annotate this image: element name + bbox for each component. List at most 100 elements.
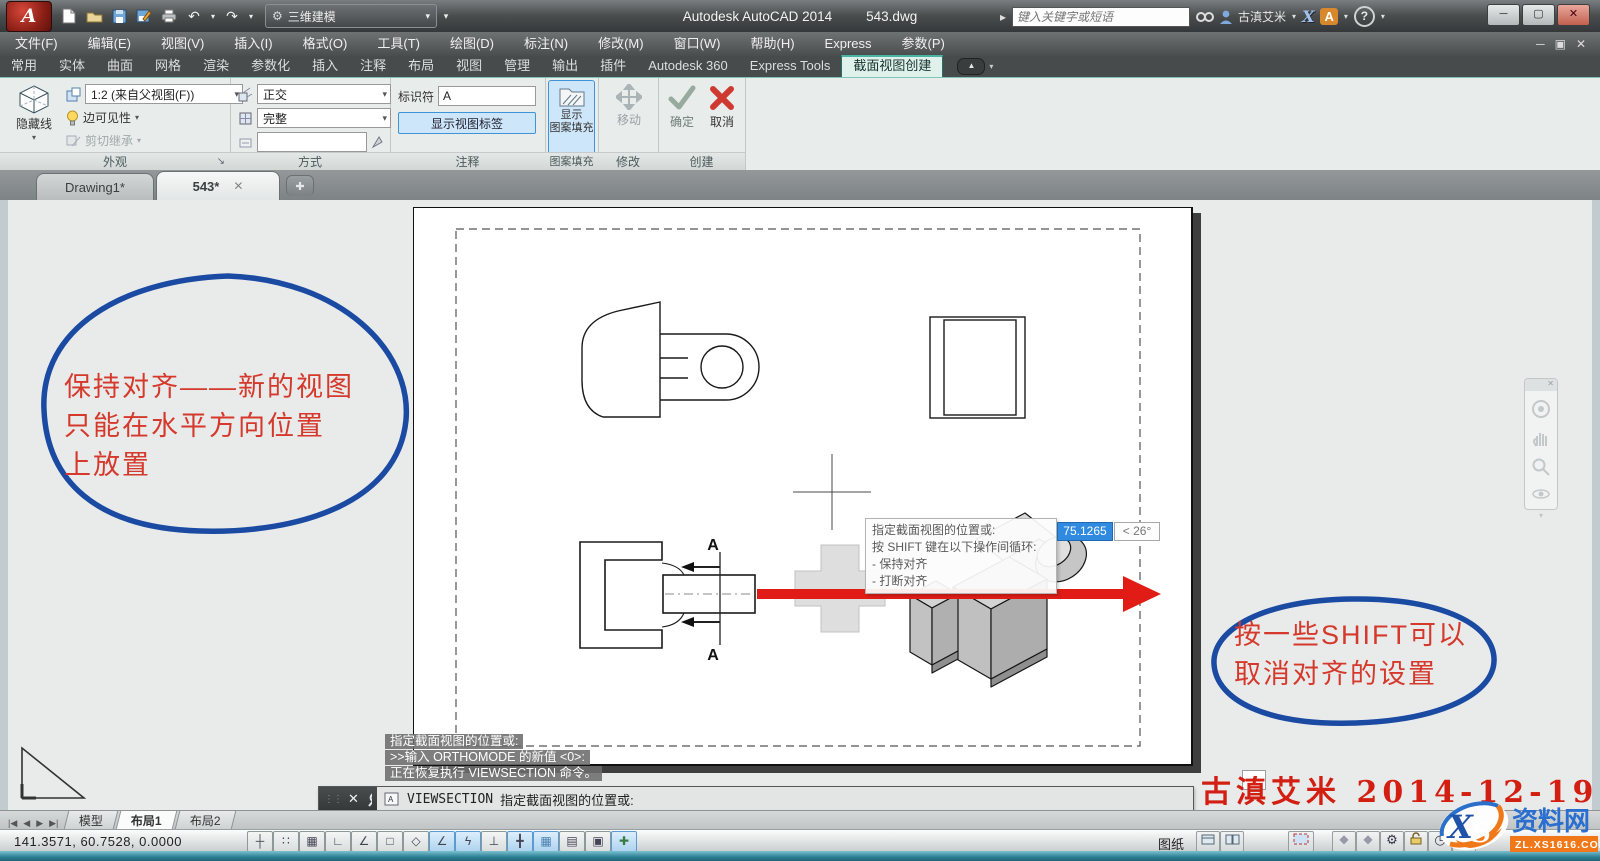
dynamic-input-distance[interactable]: 75.1265 — [1057, 522, 1113, 541]
help-dropdown-icon[interactable]: ▾ — [1381, 12, 1385, 21]
panel-footer-appearance[interactable]: 外观 ↘ — [0, 152, 230, 171]
ribbon-tab-output[interactable]: 输出 — [541, 56, 589, 77]
toggle-object-snap-tracking[interactable]: ∠ — [429, 831, 455, 852]
toggle-lineweight[interactable]: ▦ — [533, 831, 559, 852]
tab-nav-prev-icon[interactable]: ◀ — [23, 818, 30, 829]
projection-combobox[interactable]: 正交 ▾ — [257, 84, 391, 104]
grip-dots-icon[interactable]: ⋮⋮ — [324, 794, 342, 805]
show-view-label-button[interactable]: 显示视图标签 — [398, 112, 536, 134]
application-menu-button[interactable]: A — [6, 1, 52, 32]
menu-view[interactable]: 视图(V) — [146, 32, 219, 56]
ribbon-tab-autodesk360[interactable]: Autodesk 360 — [637, 56, 739, 77]
ribbon-tab-mesh[interactable]: 网格 — [144, 56, 192, 77]
workspace-switcher[interactable]: ⚙ 三维建模 ▾ — [265, 4, 437, 28]
exchange-icon[interactable]: X — [1302, 7, 1314, 26]
drawing-canvas[interactable]: A A — [8, 200, 1592, 810]
scale-combobox[interactable]: 1:2 (来自父视图(F)) ▾ — [85, 84, 243, 104]
command-close-icon[interactable]: ✕ — [348, 791, 359, 807]
workspace-gear-icon[interactable]: ⚙ — [1380, 831, 1404, 852]
panel-footer-modify[interactable]: 修改 — [598, 152, 658, 171]
ribbon-tab-surface[interactable]: 曲面 — [96, 56, 144, 77]
menu-parametric[interactable]: 参数(P) — [887, 32, 960, 56]
toggle-polar-tracking[interactable]: ∠ — [351, 831, 377, 852]
a360-dropdown-icon[interactable]: ▾ — [1344, 12, 1348, 21]
help-icon[interactable]: ? — [1354, 6, 1375, 27]
edge-visibility-button[interactable]: 边可见性 ▾ — [66, 109, 139, 126]
open-file-icon[interactable] — [83, 5, 105, 27]
undo-dropdown-icon[interactable]: ▾ — [208, 5, 218, 27]
save-as-icon[interactable] — [133, 5, 155, 27]
ribbon-tab-parametric[interactable]: 参数化 — [240, 56, 301, 77]
command-line-grip[interactable]: ⋮⋮ ✕ — [319, 787, 377, 810]
command-input-area[interactable]: A VIEWSECTION 指定截面视图的位置或: — [377, 787, 1193, 810]
save-icon[interactable] — [108, 5, 130, 27]
steering-wheel-icon[interactable] — [1531, 399, 1551, 419]
navbar-more-icon[interactable]: ▾ — [1539, 511, 1543, 520]
menu-dimension[interactable]: 标注(N) — [509, 32, 583, 56]
menu-draw[interactable]: 绘图(D) — [435, 32, 509, 56]
search-icon[interactable] — [1196, 10, 1214, 24]
navbar-close-icon[interactable]: ✕ — [1525, 379, 1557, 391]
signed-in-user[interactable]: 古滇艾米 — [1238, 8, 1286, 25]
close-button[interactable]: ✕ — [1557, 4, 1590, 26]
ribbon-minimize-dropdown-icon[interactable]: ▾ — [989, 62, 993, 71]
redo-dropdown-icon[interactable]: ▾ — [246, 5, 256, 27]
doc-restore-icon[interactable]: ▣ — [1555, 32, 1566, 56]
tab-nav-next-icon[interactable]: ▶ — [36, 818, 43, 829]
menu-tools[interactable]: 工具(T) — [362, 32, 435, 56]
toggle-3d-object-snap[interactable]: ◇ — [403, 831, 429, 852]
plot-icon[interactable] — [158, 5, 180, 27]
maximize-button[interactable]: ▢ — [1522, 4, 1555, 26]
toggle-selection-cycling[interactable]: ✚ — [611, 831, 637, 852]
ribbon-tab-express-tools[interactable]: Express Tools — [739, 56, 842, 77]
toggle-quick-properties[interactable]: ▣ — [585, 831, 611, 852]
quick-view-layouts-icon[interactable] — [1196, 831, 1220, 852]
menu-edit[interactable]: 编辑(E) — [73, 32, 146, 56]
panel-footer-annotation[interactable]: 注释 — [390, 152, 545, 171]
file-tab-close-icon[interactable]: ✕ — [233, 179, 243, 193]
doc-close-icon[interactable]: ✕ — [1576, 32, 1586, 56]
toggle-ortho-mode[interactable]: ∟ — [325, 831, 351, 852]
panel-footer-method[interactable]: 方式 — [230, 152, 390, 171]
toolbar-lock-icon[interactable] — [1404, 831, 1428, 852]
depth-pick-icon[interactable] — [371, 135, 385, 149]
qat-customize-icon[interactable]: ▾ — [440, 5, 452, 27]
tab-nav-first-icon[interactable]: |◀ — [8, 818, 17, 829]
cancel-button[interactable]: 取消 — [702, 80, 742, 155]
ribbon-tab-render[interactable]: 渲染 — [192, 56, 240, 77]
a360-icon[interactable]: A — [1320, 8, 1337, 25]
menu-express[interactable]: Express — [810, 32, 887, 56]
dynamic-input-angle[interactable]: < 26° — [1114, 522, 1160, 541]
ribbon-tab-plugins[interactable]: 插件 — [589, 56, 637, 77]
menu-format[interactable]: 格式(O) — [288, 32, 363, 56]
menu-help[interactable]: 帮助(H) — [736, 32, 810, 56]
toggle-dynamic-input[interactable]: ╋ — [507, 831, 533, 852]
zoom-icon[interactable] — [1531, 457, 1551, 477]
ok-button[interactable]: 确定 — [662, 80, 702, 155]
command-line-bar[interactable]: ⋮⋮ ✕ A VIEWSECTION 指定截面视图的位置或: — [318, 786, 1194, 810]
toggle-object-snap[interactable]: □ — [377, 831, 403, 852]
undo-button[interactable]: ↶ — [183, 5, 205, 27]
panel-footer-hatch[interactable]: 图案填充 — [545, 152, 598, 171]
show-hatch-button[interactable]: 显示 图案填充 — [548, 80, 595, 155]
menu-file[interactable]: 文件(F) — [0, 32, 73, 56]
menu-insert[interactable]: 插入(I) — [219, 32, 287, 56]
panel-footer-create[interactable]: 创建 — [658, 152, 745, 171]
ribbon-tab-layout[interactable]: 布局 — [397, 56, 445, 77]
tab-layout1[interactable]: 布局1 — [116, 810, 178, 830]
identifier-input[interactable] — [438, 86, 536, 106]
tab-layout2[interactable]: 布局2 — [175, 810, 237, 830]
redo-button[interactable]: ↷ — [221, 5, 243, 27]
annotation-scale-icon[interactable]: ◆ — [1332, 831, 1356, 852]
ribbon-tab-insert[interactable]: 插入 — [301, 56, 349, 77]
toggle-grid-display[interactable]: ▦ — [299, 831, 325, 852]
ribbon-tab-manage[interactable]: 管理 — [493, 56, 541, 77]
depth-input[interactable] — [257, 132, 367, 152]
toggle-snap-mode[interactable]: ∷ — [273, 831, 299, 852]
tab-nav-last-icon[interactable]: ▶| — [49, 818, 58, 829]
search-input[interactable] — [1012, 7, 1190, 27]
tab-model[interactable]: 模型 — [64, 810, 119, 830]
file-tab-543[interactable]: 543* ✕ — [156, 171, 280, 200]
new-drawing-tab-button[interactable]: ✚ — [286, 175, 314, 196]
orbit-icon[interactable] — [1531, 486, 1551, 502]
